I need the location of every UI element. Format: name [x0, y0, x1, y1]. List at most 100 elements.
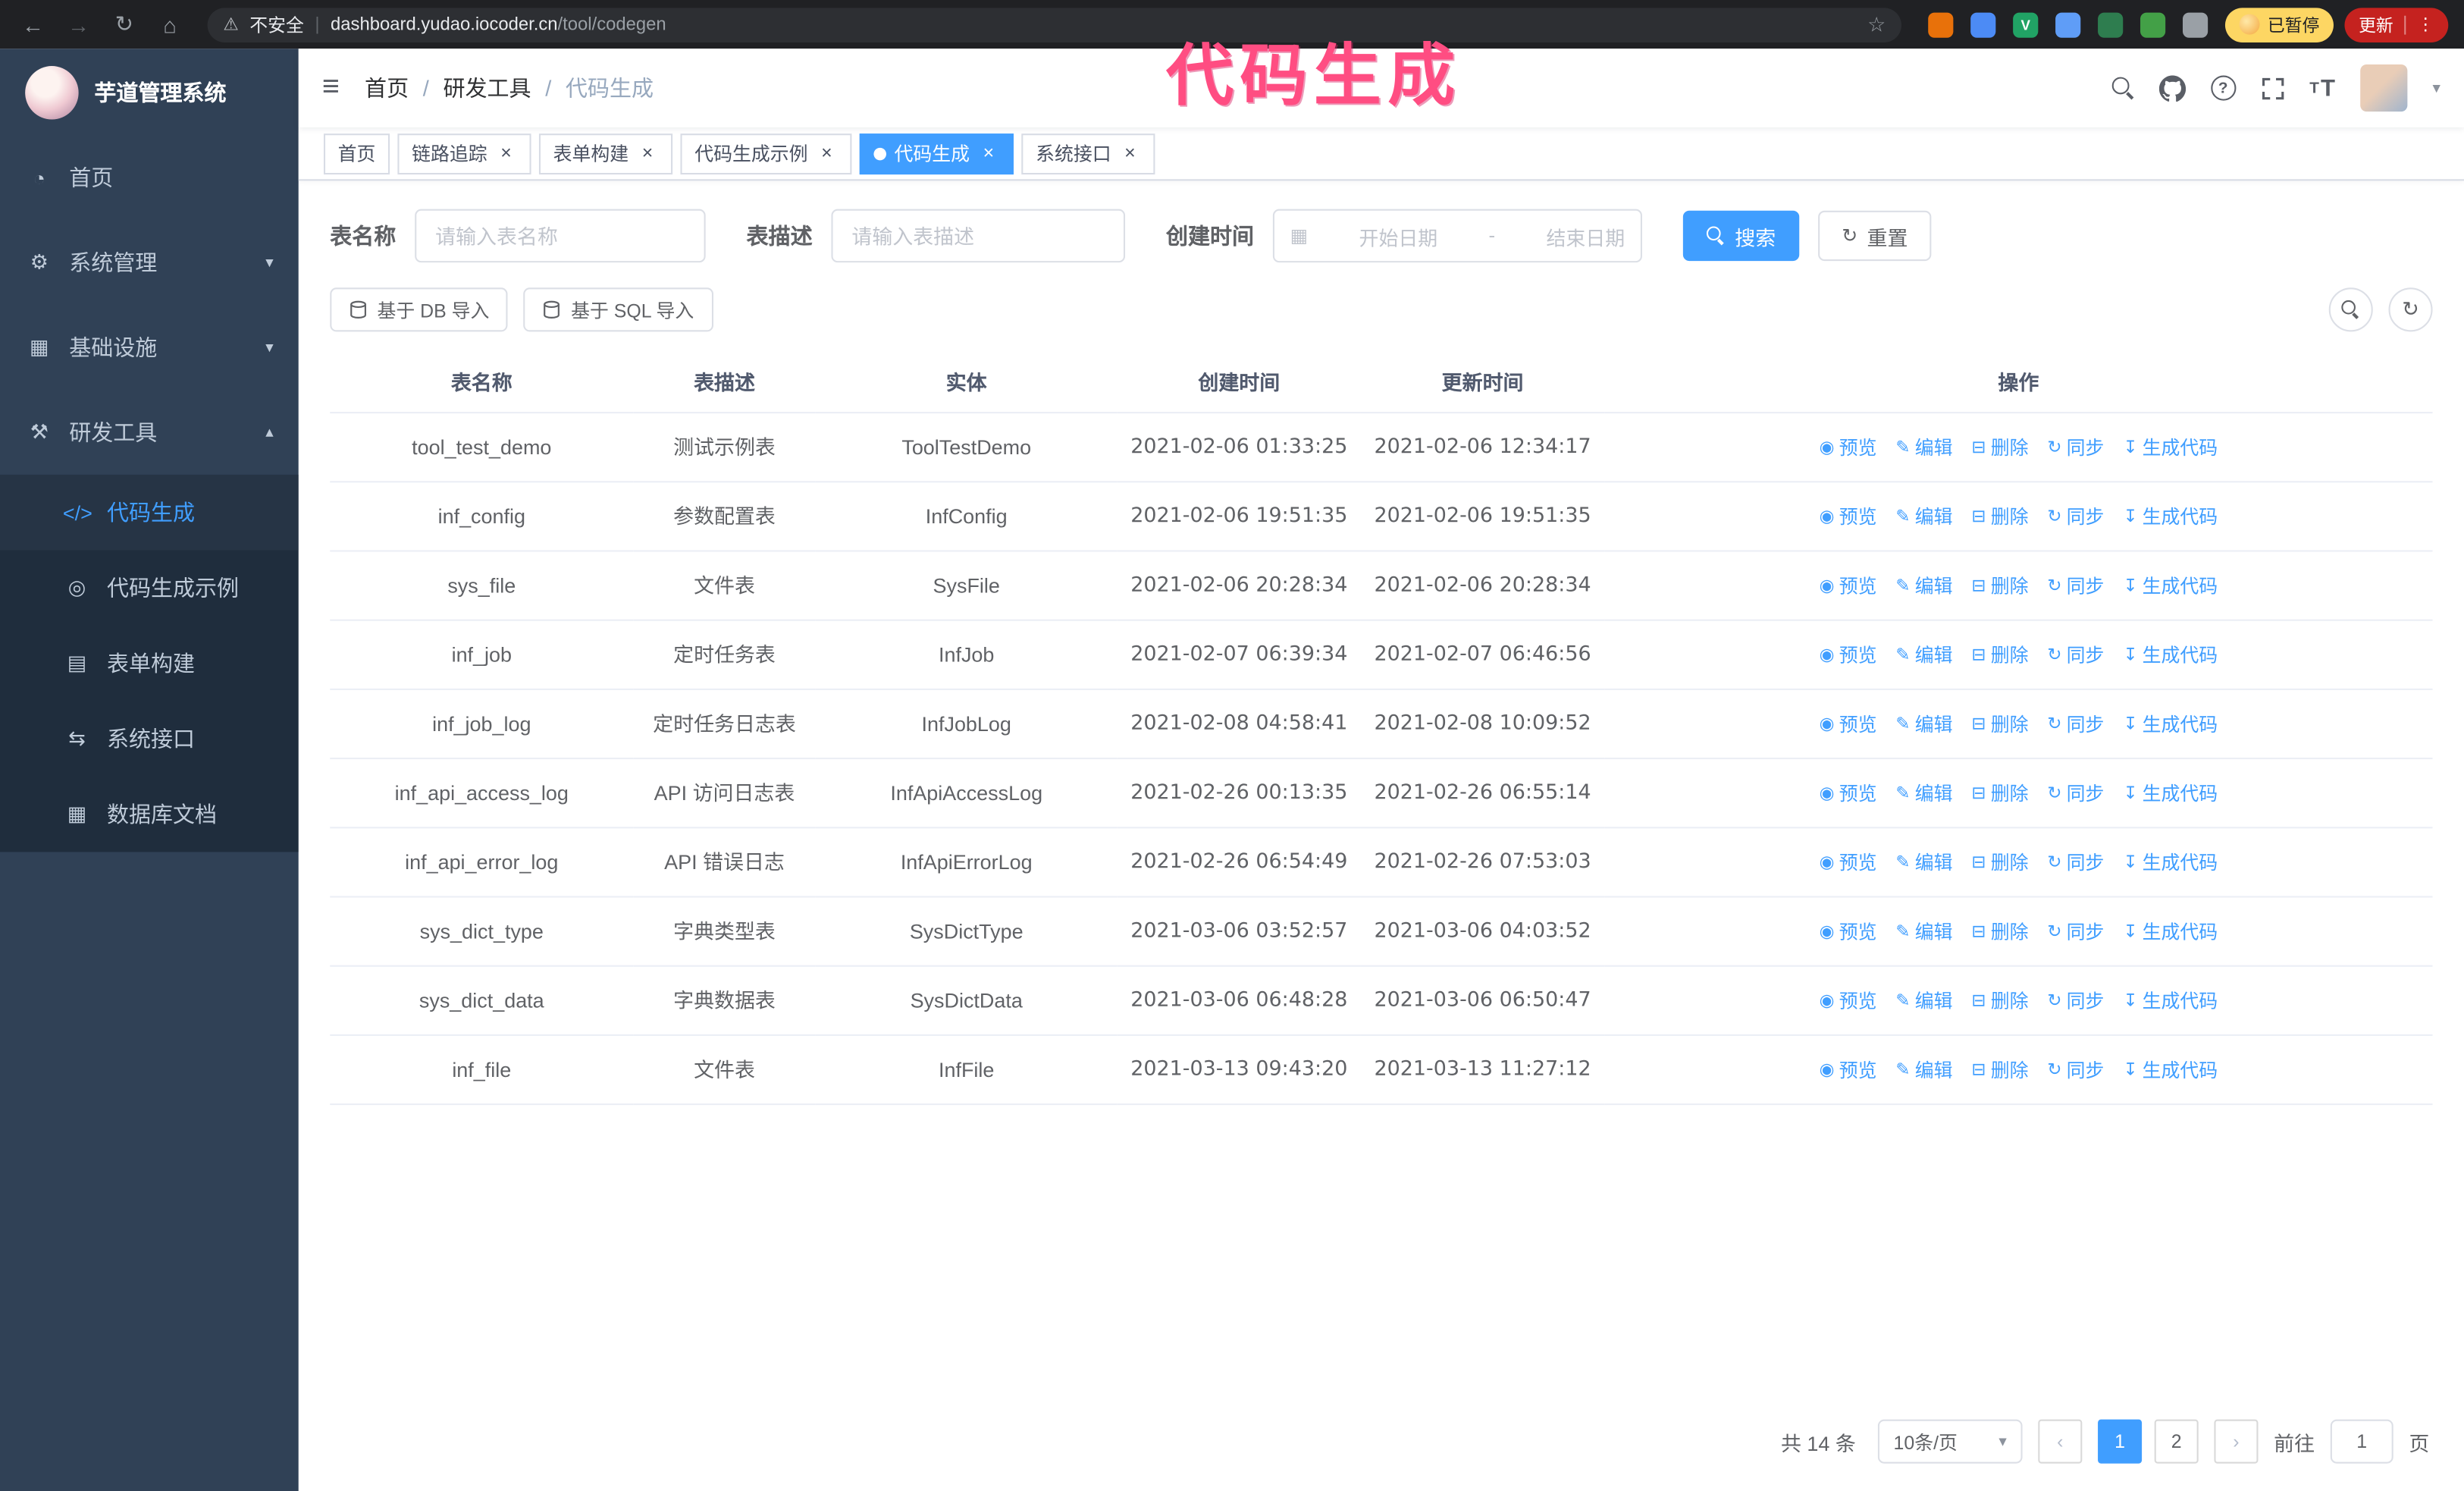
action-edit-link[interactable]: ✎ 编辑 — [1895, 778, 1952, 809]
action-edit-link[interactable]: ✎ 编辑 — [1895, 432, 1952, 463]
profile-paused-chip[interactable]: 已暂停 — [2224, 7, 2334, 42]
action-sync-link[interactable]: ↻ 同步 — [2047, 640, 2104, 671]
action-sync-link[interactable]: ↻ 同步 — [2047, 778, 2104, 809]
home-icon[interactable]: ⌂ — [152, 12, 187, 37]
fullscreen-icon[interactable] — [2261, 77, 2284, 100]
font-size-icon[interactable]: T — [2309, 74, 2335, 101]
action-generate-link[interactable]: ↧ 生成代码 — [2123, 847, 2218, 878]
bookmark-star-icon[interactable]: ☆ — [1867, 12, 1886, 37]
search-button[interactable]: 搜索 — [1682, 210, 1800, 262]
tab-close-icon[interactable]: × — [816, 142, 838, 165]
sidebar-item-form-build[interactable]: ▤ 表单构建 — [0, 626, 299, 701]
sidebar-item-codegen-example[interactable]: ◎ 代码生成示例 — [0, 550, 299, 625]
tab-codegen-example[interactable]: 代码生成示例 × — [680, 133, 852, 174]
table-name-input[interactable] — [415, 209, 706, 263]
action-generate-link[interactable]: ↧ 生成代码 — [2123, 432, 2218, 463]
app-logo[interactable]: 芋道管理系统 — [0, 49, 299, 135]
action-generate-link[interactable]: ↧ 生成代码 — [2123, 570, 2218, 601]
sidebar-item-devtools[interactable]: ⚒ 研发工具 ▴ — [0, 390, 299, 475]
action-preview-link[interactable]: ◉ 预览 — [1820, 570, 1877, 601]
action-delete-link[interactable]: ⊟ 删除 — [1971, 986, 2028, 1017]
extension-people-icon[interactable] — [2055, 11, 2081, 37]
extension-table-icon[interactable] — [2098, 11, 2124, 37]
action-delete-link[interactable]: ⊟ 删除 — [1971, 778, 2028, 809]
tab-tracer[interactable]: 链路追踪 × — [397, 133, 531, 174]
action-sync-link[interactable]: ↻ 同步 — [2047, 501, 2104, 532]
action-sync-link[interactable]: ↻ 同步 — [2047, 570, 2104, 601]
action-edit-link[interactable]: ✎ 编辑 — [1895, 640, 1952, 671]
tab-codegen[interactable]: 代码生成 × — [859, 133, 1014, 174]
sidebar-item-infra[interactable]: ▦ 基础设施 ▾ — [0, 305, 299, 390]
extension-drop-icon[interactable] — [1970, 11, 1996, 37]
sidebar-item-system[interactable]: ⚙ 系统管理 ▾ — [0, 220, 299, 305]
action-delete-link[interactable]: ⊟ 删除 — [1971, 916, 2028, 947]
action-preview-link[interactable]: ◉ 预览 — [1820, 640, 1877, 671]
sidebar-item-system-api[interactable]: ⇆ 系统接口 — [0, 701, 299, 776]
sidebar-item-db-doc[interactable]: ▦ 数据库文档 — [0, 777, 299, 852]
date-range-picker[interactable]: ▦ 开始日期 - 结束日期 — [1272, 209, 1642, 263]
action-generate-link[interactable]: ↧ 生成代码 — [2123, 986, 2218, 1017]
action-preview-link[interactable]: ◉ 预览 — [1820, 432, 1877, 463]
action-edit-link[interactable]: ✎ 编辑 — [1895, 916, 1952, 947]
action-sync-link[interactable]: ↻ 同步 — [2047, 986, 2104, 1017]
tab-close-icon[interactable]: × — [637, 142, 659, 165]
action-generate-link[interactable]: ↧ 生成代码 — [2123, 709, 2218, 740]
action-sync-link[interactable]: ↻ 同步 — [2047, 847, 2104, 878]
tab-system-api[interactable]: 系统接口 × — [1021, 133, 1155, 174]
extension-puzzle-icon[interactable] — [2182, 11, 2209, 37]
action-preview-link[interactable]: ◉ 预览 — [1820, 986, 1877, 1017]
browser-menu-icon[interactable]: ⋮ — [2417, 14, 2434, 35]
github-icon[interactable] — [2158, 74, 2186, 102]
page-button-1[interactable]: 1 — [2097, 1419, 2143, 1464]
breadcrumb-item[interactable]: 研发工具 — [443, 72, 531, 103]
tab-close-icon[interactable]: × — [977, 142, 999, 165]
action-sync-link[interactable]: ↻ 同步 — [2047, 432, 2104, 463]
reset-button[interactable]: ↻ 重置 — [1818, 210, 1932, 262]
goto-page-input[interactable] — [2330, 1419, 2393, 1464]
action-edit-link[interactable]: ✎ 编辑 — [1895, 709, 1952, 740]
action-preview-link[interactable]: ◉ 预览 — [1820, 778, 1877, 809]
action-generate-link[interactable]: ↧ 生成代码 — [2123, 1055, 2218, 1086]
forward-icon[interactable]: → — [61, 12, 96, 37]
tab-close-icon[interactable]: × — [495, 142, 517, 165]
action-edit-link[interactable]: ✎ 编辑 — [1895, 570, 1952, 601]
action-sync-link[interactable]: ↻ 同步 — [2047, 709, 2104, 740]
action-sync-link[interactable]: ↻ 同步 — [2047, 1055, 2104, 1086]
hamburger-icon[interactable]: ≡ — [322, 71, 340, 105]
action-preview-link[interactable]: ◉ 预览 — [1820, 1055, 1877, 1086]
tab-form-build[interactable]: 表单构建 × — [539, 133, 673, 174]
refresh-table-button[interactable]: ↻ — [2388, 287, 2433, 332]
action-edit-link[interactable]: ✎ 编辑 — [1895, 847, 1952, 878]
action-delete-link[interactable]: ⊟ 删除 — [1971, 640, 2028, 671]
action-edit-link[interactable]: ✎ 编辑 — [1895, 501, 1952, 532]
action-preview-link[interactable]: ◉ 预览 — [1820, 501, 1877, 532]
toggle-search-button[interactable] — [2328, 287, 2373, 332]
address-bar[interactable]: ⚠ 不安全 | dashboard.yudao.iocoder.cn/tool/… — [207, 7, 1901, 42]
action-generate-link[interactable]: ↧ 生成代码 — [2123, 501, 2218, 532]
search-icon[interactable] — [2111, 77, 2133, 99]
import-sql-button[interactable]: 基于 SQL 导入 — [523, 287, 713, 332]
import-db-button[interactable]: 基于 DB 导入 — [330, 287, 509, 332]
action-delete-link[interactable]: ⊟ 删除 — [1971, 1055, 2028, 1086]
action-delete-link[interactable]: ⊟ 删除 — [1971, 847, 2028, 878]
update-button[interactable]: 更新 ⋮ — [2344, 7, 2449, 42]
caret-down-icon[interactable]: ▾ — [2432, 80, 2440, 97]
next-page-button[interactable]: › — [2214, 1419, 2259, 1464]
tab-home[interactable]: 首页 — [323, 133, 390, 174]
security-label[interactable]: 不安全 — [249, 12, 304, 37]
extension-leaf-icon[interactable] — [2140, 11, 2166, 37]
action-delete-link[interactable]: ⊟ 删除 — [1971, 570, 2028, 601]
action-generate-link[interactable]: ↧ 生成代码 — [2123, 778, 2218, 809]
action-delete-link[interactable]: ⊟ 删除 — [1971, 501, 2028, 532]
page-button-2[interactable]: 2 — [2154, 1419, 2199, 1464]
user-avatar[interactable] — [2360, 64, 2408, 112]
action-delete-link[interactable]: ⊟ 删除 — [1971, 709, 2028, 740]
action-generate-link[interactable]: ↧ 生成代码 — [2123, 640, 2218, 671]
page-size-select[interactable]: 10条/页 ▾ — [1877, 1419, 2023, 1464]
action-preview-link[interactable]: ◉ 预览 — [1820, 847, 1877, 878]
breadcrumb-item[interactable]: 首页 — [365, 72, 409, 103]
tab-close-icon[interactable]: × — [1119, 142, 1141, 165]
help-icon[interactable]: ? — [2210, 75, 2236, 101]
sidebar-item-codegen[interactable]: </> 代码生成 — [0, 474, 299, 551]
action-sync-link[interactable]: ↻ 同步 — [2047, 916, 2104, 947]
